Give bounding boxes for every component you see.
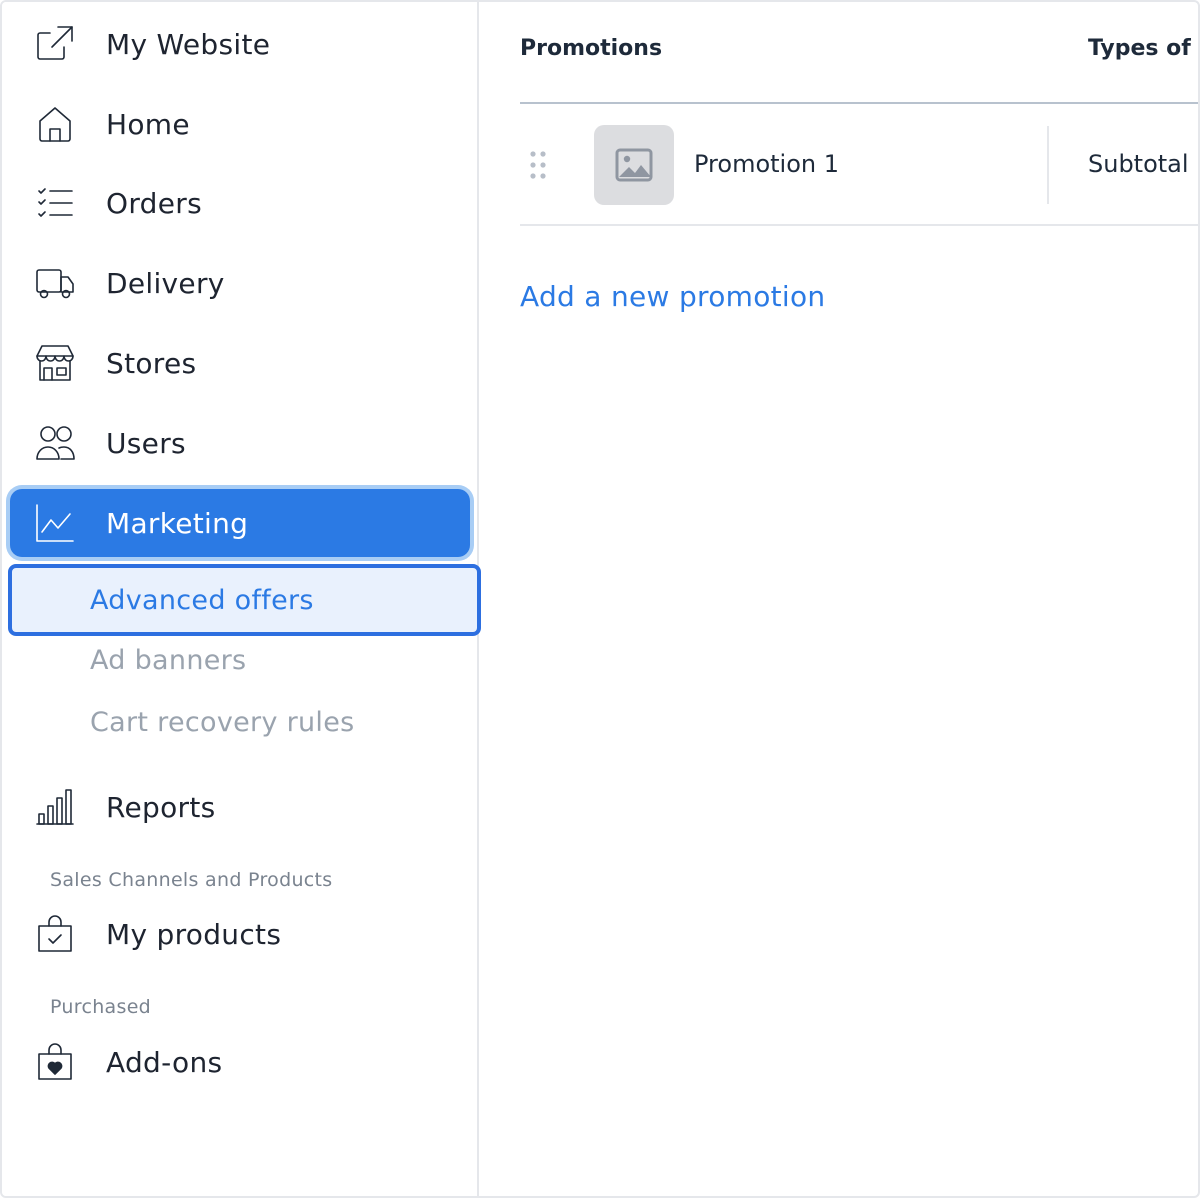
column-header-types[interactable]: Types of p (1088, 36, 1198, 61)
image-placeholder-icon (615, 148, 653, 182)
column-divider (1047, 126, 1049, 204)
sidebar-item-add-ons[interactable]: Add-ons (2, 1032, 479, 1092)
store-icon (34, 342, 76, 384)
sidebar-item-label: Marketing (106, 506, 249, 540)
list-icon (34, 182, 76, 224)
chart-line-icon (34, 502, 76, 544)
column-header-promotions[interactable]: Promotions (520, 36, 662, 61)
section-heading-sales-channels: Sales Channels and Products (50, 869, 333, 891)
bar-chart-icon (34, 786, 76, 828)
submenu-item-label: Ad banners (90, 644, 247, 676)
sidebar-item-label: My Website (106, 27, 271, 61)
home-icon (34, 103, 76, 145)
sidebar-item-my-products[interactable]: My products (2, 904, 479, 964)
sidebar-item-orders[interactable]: Orders (2, 173, 479, 233)
sidebar-item-users[interactable]: Users (2, 413, 479, 473)
promotion-thumbnail (594, 125, 674, 205)
sidebar-item-label: Add-ons (106, 1045, 223, 1079)
sidebar-item-my-website[interactable]: My Website (2, 14, 479, 74)
sidebar-item-label: Orders (106, 186, 202, 220)
section-heading-purchased: Purchased (50, 996, 152, 1018)
drag-handle-icon[interactable] (528, 150, 548, 180)
promotion-type: Subtotal (1088, 150, 1189, 178)
truck-icon (34, 262, 76, 304)
sidebar-item-marketing[interactable]: Marketing (10, 489, 470, 557)
add-new-promotion-link[interactable]: Add a new promotion (520, 280, 825, 313)
bag-heart-icon (34, 1041, 76, 1083)
sidebar-item-label: Reports (106, 790, 216, 824)
promotions-panel: Promotions Types of p Promotion 1 Su (481, 2, 1198, 1196)
table-row[interactable]: Promotion 1 Subtotal (520, 104, 1198, 226)
sidebar-item-label: Users (106, 426, 186, 460)
sidebar: My Website Home Orders Delivery Stores U… (2, 2, 481, 1196)
sidebar-item-label: Delivery (106, 266, 225, 300)
sidebar-item-label: My products (106, 917, 282, 951)
submenu-item-advanced-offers[interactable]: Advanced offers (8, 564, 481, 636)
sidebar-item-label: Home (106, 107, 190, 141)
submenu-item-cart-recovery-rules[interactable]: Cart recovery rules (2, 692, 479, 752)
sidebar-item-stores[interactable]: Stores (2, 333, 479, 393)
shopping-bag-check-icon (34, 913, 76, 955)
external-link-icon (34, 23, 76, 65)
sidebar-item-label: Stores (106, 346, 197, 380)
submenu-item-label: Cart recovery rules (90, 706, 355, 738)
users-icon (34, 422, 76, 464)
app-frame: My Website Home Orders Delivery Stores U… (0, 0, 1200, 1198)
sidebar-item-delivery[interactable]: Delivery (2, 253, 479, 313)
promotion-name[interactable]: Promotion 1 (694, 150, 839, 178)
sidebar-item-reports[interactable]: Reports (2, 777, 479, 837)
submenu-item-label: Advanced offers (90, 584, 314, 616)
submenu-item-ad-banners[interactable]: Ad banners (2, 630, 479, 690)
sidebar-item-home[interactable]: Home (2, 94, 479, 154)
